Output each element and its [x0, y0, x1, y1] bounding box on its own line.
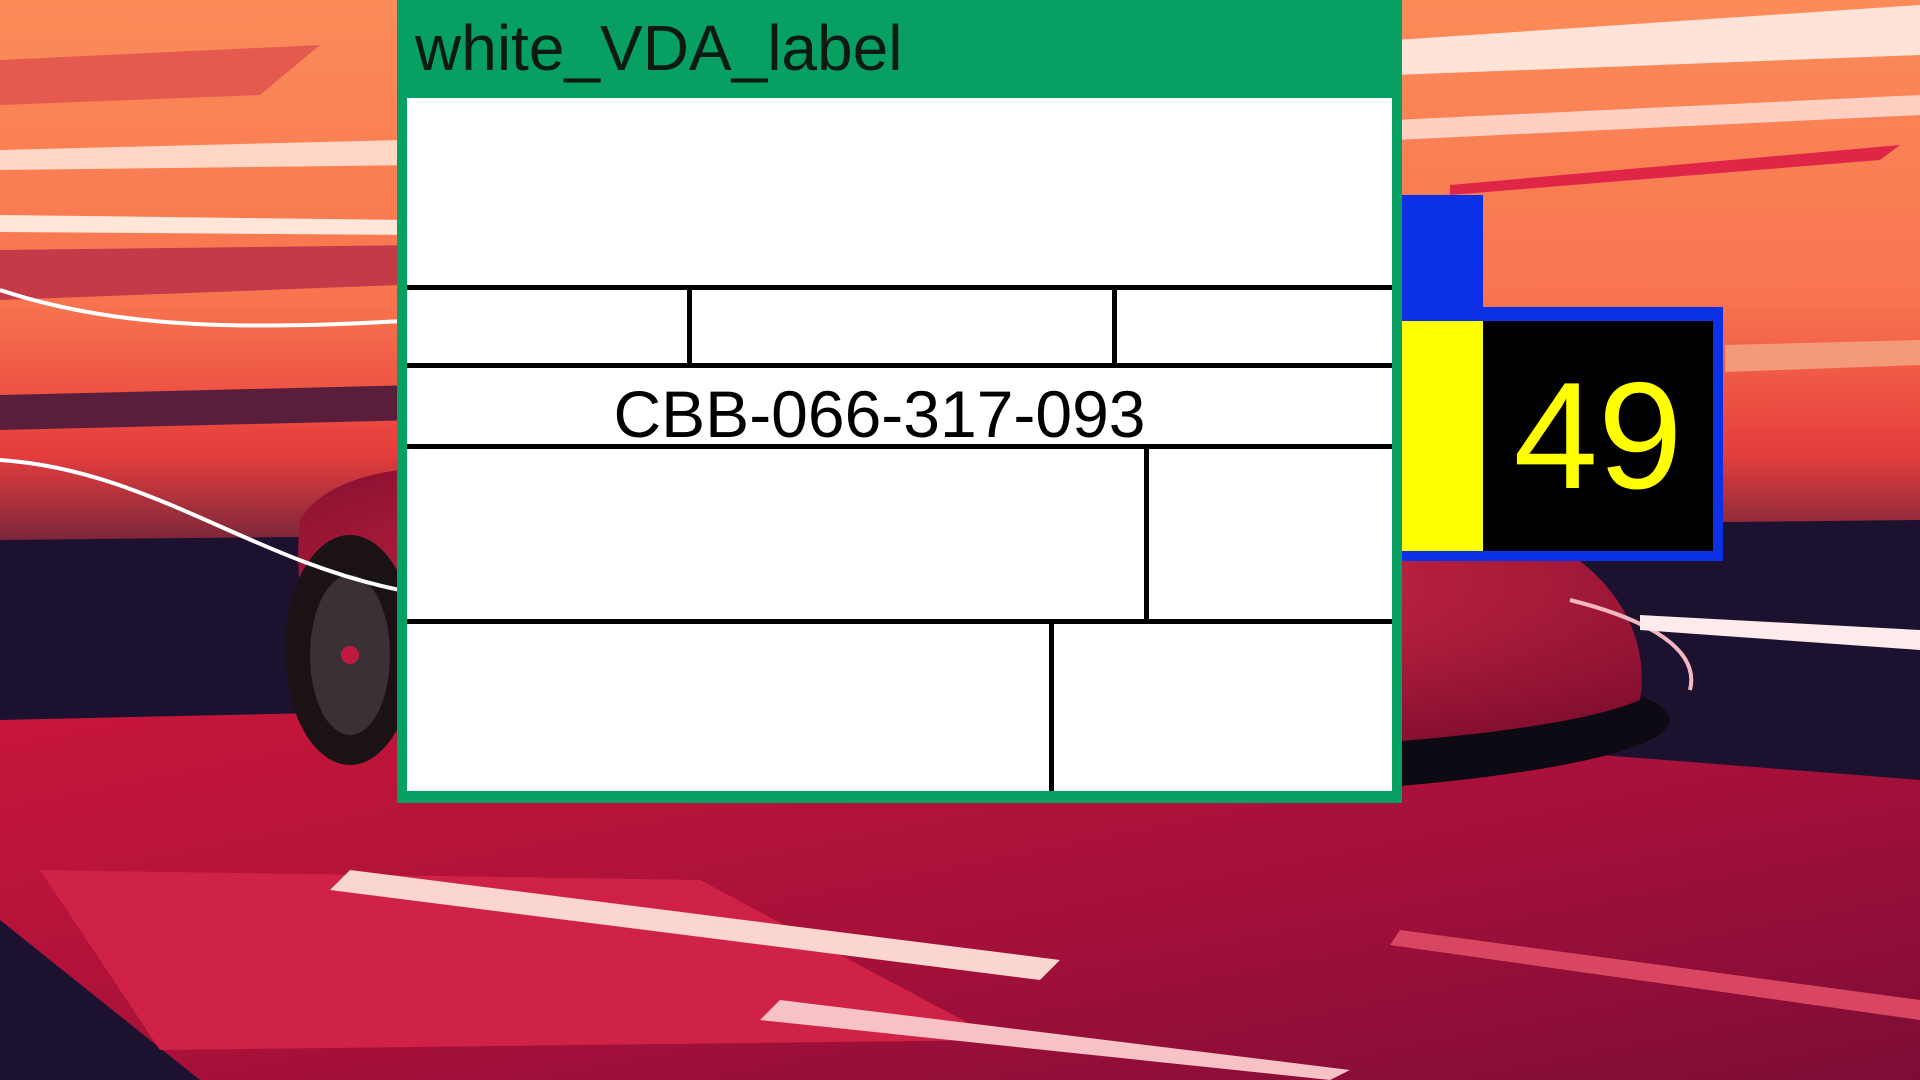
badge-color-swatch: [1402, 321, 1483, 551]
label-grid-line: [407, 363, 1392, 368]
label-grid-line: [407, 444, 1392, 449]
label-grid-line: [407, 619, 1392, 624]
label-grid-line: [1049, 619, 1054, 791]
badge-number-box: 49: [1483, 321, 1713, 551]
wheel-hub: [341, 646, 359, 664]
count-badge: 49: [1402, 307, 1723, 561]
label-grid-line: [1144, 444, 1149, 620]
annotated-image-view: white_VDA_label CBB-066-317-093 49: [0, 0, 1920, 1080]
label-grid-line: [1112, 285, 1117, 365]
badge-tab: [1402, 195, 1483, 309]
vda-label-card: CBB-066-317-093: [407, 98, 1392, 791]
label-grid-line: [687, 285, 692, 365]
badge-number: 49: [1513, 351, 1683, 521]
label-grid-line: [407, 285, 1392, 290]
white-vda-label-detection[interactable]: white_VDA_label CBB-066-317-093: [397, 0, 1402, 803]
detection-class-label: white_VDA_label: [415, 12, 903, 84]
